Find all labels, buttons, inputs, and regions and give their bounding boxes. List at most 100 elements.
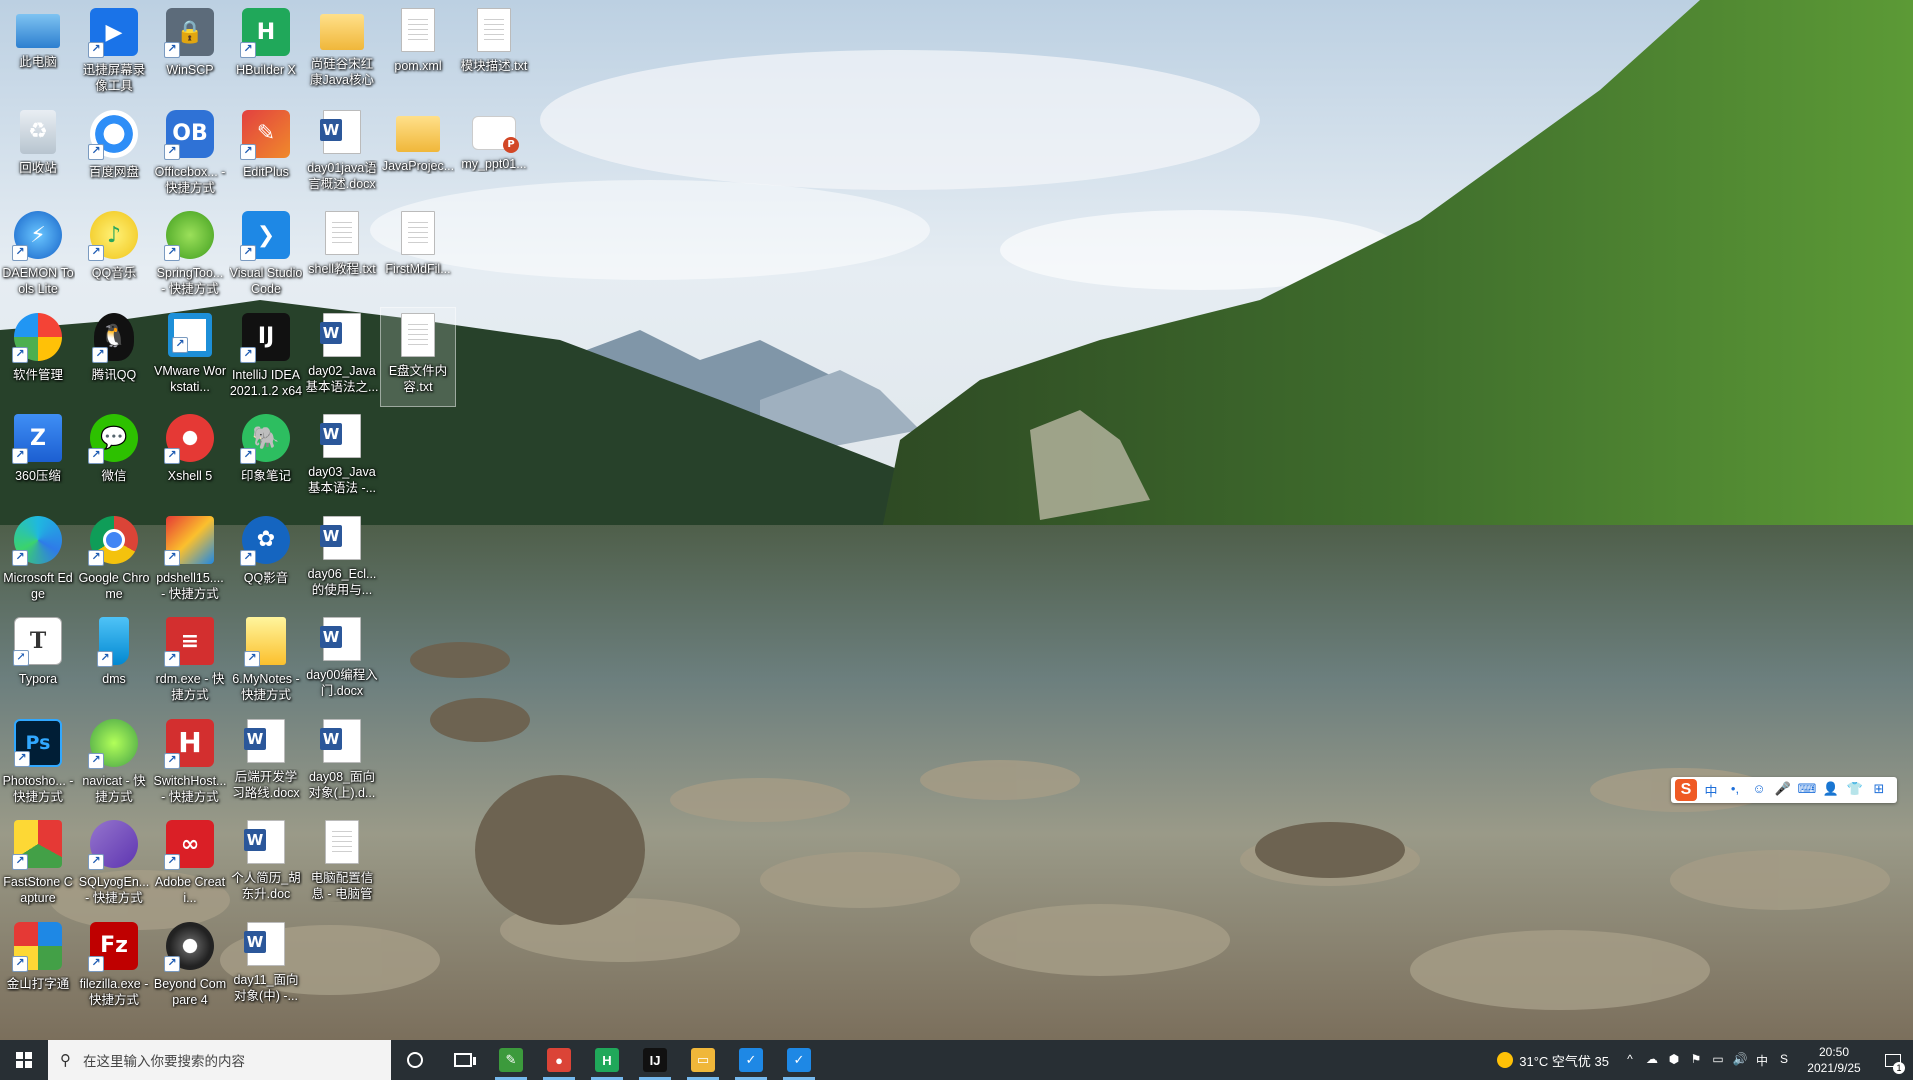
desktop-icon[interactable]: 🐧 ↗ 腾讯QQ	[77, 308, 151, 406]
ime-toolbar-item[interactable]: 🎤	[1773, 781, 1793, 800]
file-explorer-app-icon: ▭	[691, 1048, 715, 1072]
desktop-icon[interactable]: Wday06_Ecl...的使用与...	[305, 511, 379, 609]
shortcut-arrow-icon: ↗	[164, 448, 180, 464]
desktop-icon[interactable]: ↗ 金山打字通	[1, 917, 75, 1015]
desktop-icon[interactable]: 模块描述.txt	[457, 3, 531, 101]
desktop-icon[interactable]: ↗ SpringToo... - 快捷方式	[153, 206, 227, 304]
desktop-icon[interactable]: Ps ↗ Photosho... - 快捷方式	[1, 714, 75, 812]
action-center-button[interactable]: 1	[1873, 1040, 1913, 1080]
defender-app-1-button[interactable]: ✓	[727, 1040, 775, 1080]
desktop-icon[interactable]: ↗ 软件管理	[1, 308, 75, 406]
weather-widget[interactable]: 31°C 空气优 35	[1485, 1051, 1619, 1070]
desktop-icon[interactable]: FirstMdFil...	[381, 206, 455, 304]
ime-toolbar[interactable]: S 中 •, ☺ 🎤 ⌨ 👤 👕 ⊞	[1671, 777, 1897, 803]
tray-icon[interactable]: 🔊	[1729, 1052, 1751, 1069]
desktop-icon[interactable]: W 后端开发学习路线.docx	[229, 714, 303, 812]
ime-toolbar-item[interactable]: 👕	[1845, 781, 1865, 800]
desktop-icon[interactable]: 🐘 ↗ 印象笔记	[229, 409, 303, 507]
desktop-icon[interactable]: 电脑配置信息 - 电脑管家...	[305, 815, 379, 913]
ime-toolbar-item[interactable]: ⊞	[1869, 781, 1889, 800]
desktop-icon[interactable]: ∞ ↗ Adobe Creati...	[153, 815, 227, 913]
chrome-app-button[interactable]: ●	[535, 1040, 583, 1080]
desktop-icon[interactable]: Fz ↗ filezilla.exe - 快捷方式	[77, 917, 151, 1015]
filezilla-icon: Fz ↗	[88, 921, 138, 972]
desktop-icon[interactable]: ▶ ↗ 迅捷屏幕录像工具	[77, 3, 151, 101]
desktop-icon[interactable]: 🔒 ↗ WinSCP	[153, 3, 227, 101]
tray-icon[interactable]: S	[1773, 1052, 1795, 1069]
desktop-icon[interactable]: Wday02_Java基本语法之...	[305, 308, 379, 406]
desktop-icon[interactable]: ↗ Microsoft Edge	[1, 511, 75, 609]
desktop-icon[interactable]: Wday08_面向对象(上).d...	[305, 714, 379, 812]
tray-icon[interactable]: ▭	[1707, 1052, 1729, 1069]
desktop-icon[interactable]: ↗ 百度网盘	[77, 105, 151, 203]
desktop-icon[interactable]: W 个人简历_胡东升.doc	[229, 815, 303, 913]
desktop-icon[interactable]: Wday01java语言概述.docx	[305, 105, 379, 203]
desktop-icon[interactable]: ↗ Google Chrome	[77, 511, 151, 609]
desktop-icon[interactable]: OB ↗ Officebox... - 快捷方式	[153, 105, 227, 203]
desktop-icon[interactable]: Wday11_面向对象(中) -...	[229, 917, 303, 1015]
desktop-icon[interactable]: ↗ SQLyogEn... - 快捷方式	[77, 815, 151, 913]
360zip-icon: Z ↗	[12, 414, 62, 464]
desktop-icon[interactable]: ↗ Xshell 5	[153, 409, 227, 507]
desktop-icon[interactable]: Wday03_Java基本语法 -...	[305, 409, 379, 507]
desktop-icon[interactable]: ↗ dms	[77, 612, 151, 710]
search-placeholder[interactable]: 在这里输入你要搜索的内容	[83, 1050, 245, 1070]
desktop-icon[interactable]: pom.xml	[381, 3, 455, 101]
shortcut-arrow-icon: ↗	[12, 245, 28, 261]
desktop-icon[interactable]: H ↗ HBuilder X	[229, 3, 303, 101]
ime-toolbar-item[interactable]: •,	[1725, 781, 1745, 800]
clock[interactable]: 20:50 2021/9/25	[1795, 1044, 1873, 1076]
ime-toolbar-item[interactable]: ☺	[1749, 781, 1769, 800]
desktop-icon[interactable]: E盘文件内容.txt	[380, 306, 456, 407]
desktop-icon[interactable]: shell教程.txt	[305, 206, 379, 304]
desktop-icon[interactable]: ↗ FastStone Capture	[1, 815, 75, 913]
desktop-icon[interactable]: ≡ ↗ rdm.exe - 快捷方式	[153, 612, 227, 710]
desktop-icon[interactable]: ↗ 6.MyNotes - 快捷方式	[229, 612, 303, 710]
hbuilder-app-button[interactable]: H	[583, 1040, 631, 1080]
desktop-icon[interactable]: ❯ ↗ Visual Studio Code	[229, 206, 303, 304]
task-view-icon	[454, 1053, 476, 1067]
cortana-button[interactable]	[391, 1040, 439, 1080]
tray-icon[interactable]: 中	[1751, 1052, 1773, 1069]
desktop-icon[interactable]: Wday00编程入门.docx	[305, 612, 379, 710]
desktop-icon[interactable]: 尚硅谷宋红康Java核心类...	[305, 3, 379, 101]
taskbar-search-box[interactable]: ⚲ 在这里输入你要搜索的内容	[48, 1040, 391, 1080]
word-doc-icon: W	[244, 921, 285, 966]
desktop-icon-label: Xshell 5	[167, 469, 213, 483]
ime-toolbar-item[interactable]: 👤	[1821, 781, 1841, 800]
desktop-icon[interactable]: 💬 ↗ 微信	[77, 409, 151, 507]
desktop-icon[interactable]: ↗ pdshell15.... - 快捷方式	[153, 511, 227, 609]
ime-toolbar-item[interactable]: 中	[1701, 781, 1721, 800]
desktop-icon[interactable]: ✿ ↗ QQ影音	[229, 511, 303, 609]
desktop-icon[interactable]: IJ ↗ IntelliJ IDEA 2021.1.2 x64	[229, 308, 303, 406]
task-view-button[interactable]	[439, 1040, 487, 1080]
desktop-icon[interactable]: Pmy_ppt01...	[457, 105, 531, 203]
desktop-icon[interactable]: ↗ Beyond Compare 4	[153, 917, 227, 1015]
desktop-icon[interactable]: T ↗ Typora	[1, 612, 75, 710]
desktop-icon[interactable]: H ↗ SwitchHost... - 快捷方式	[153, 714, 227, 812]
start-button[interactable]	[0, 1040, 48, 1080]
ime-toolbar-item[interactable]: ⌨	[1797, 781, 1817, 800]
desktop-icon[interactable]: ↗ VMware Workstati...	[153, 308, 227, 406]
desktop-icon[interactable]: ♪ ↗ QQ音乐	[77, 206, 151, 304]
desktop-icon[interactable]: 此电脑	[1, 3, 75, 101]
sogou-ime-icon[interactable]: S	[1675, 779, 1697, 801]
tray-icon[interactable]: ☁	[1641, 1052, 1663, 1069]
qq-player-icon: ✿ ↗	[240, 515, 290, 566]
tray-icon[interactable]: ⬢	[1663, 1052, 1685, 1069]
notepad-app-button[interactable]: ✎	[487, 1040, 535, 1080]
shortcut-arrow-icon: ↗	[240, 42, 256, 58]
desktop-icon[interactable]: ♻ 回收站	[1, 105, 75, 203]
defender-app-2-button[interactable]: ✓	[775, 1040, 823, 1080]
intellij-app-button[interactable]: IJ	[631, 1040, 679, 1080]
tray-icon[interactable]: ^	[1619, 1052, 1641, 1069]
file-explorer-app-button[interactable]: ▭	[679, 1040, 727, 1080]
desktop-icon[interactable]: Z ↗ 360压缩	[1, 409, 75, 507]
tray-icon[interactable]: ⚑	[1685, 1052, 1707, 1069]
desktop-icon[interactable]: JavaProjec...	[381, 105, 455, 203]
desktop-icon[interactable]: ✎ ↗ EditPlus	[229, 105, 303, 203]
rdm-icon: ≡ ↗	[164, 617, 214, 667]
desktop-icon[interactable]: ↗ navicat - 快捷方式	[77, 714, 151, 812]
desktop-icon[interactable]: ⚡ ↗ DAEMON Tools Lite	[1, 206, 75, 304]
desktop-icon-label: Adobe Creati...	[154, 875, 226, 905]
